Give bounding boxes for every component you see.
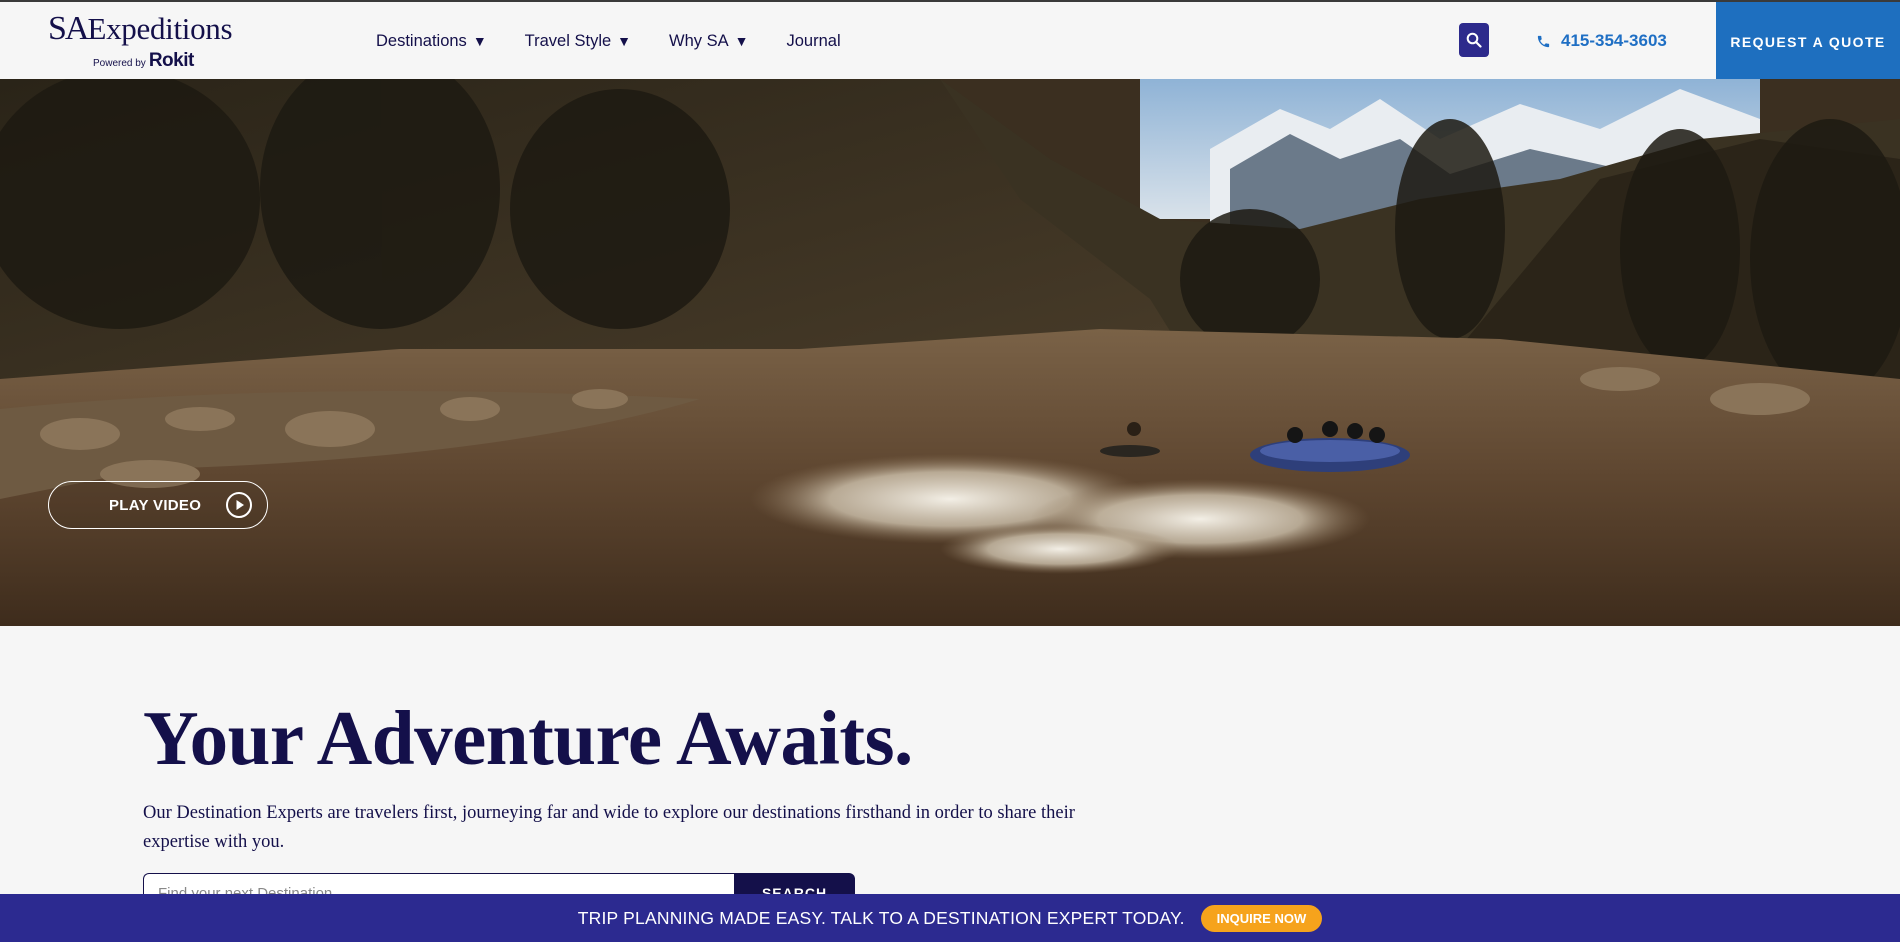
play-circle-icon (226, 492, 252, 518)
page-title: Your Adventure Awaits. (143, 695, 913, 781)
nav-item-why-sa[interactable]: Why SA ▼ (669, 32, 748, 51)
nav-item-journal[interactable]: Journal (787, 32, 841, 51)
main-nav: Destinations ▼ Travel Style ▼ Why SA ▼ Jour… (376, 32, 879, 51)
caret-down-icon: ▼ (617, 33, 632, 49)
nav-item-label: Destinations (376, 32, 467, 50)
phone-icon (1537, 35, 1550, 47)
partner-name: Rokit (148, 50, 195, 71)
powered-by-label: Powered by (93, 58, 146, 69)
play-video-button[interactable]: PLAY VIDEO (48, 481, 268, 529)
phone-number: 415-354-3603 (1561, 31, 1667, 50)
nav-item-destinations[interactable]: Destinations ▼ (376, 32, 487, 51)
header-search-button[interactable] (1459, 23, 1489, 57)
logo-wordmark: SAExpeditions (48, 10, 233, 48)
play-video-label: PLAY VIDEO (109, 496, 202, 514)
inquire-now-button[interactable]: INQUIRE NOW (1200, 904, 1323, 932)
nav-item-label: Journal (786, 32, 841, 50)
caret-down-icon: ▼ (472, 33, 487, 49)
nav-item-travel-style[interactable]: Travel Style ▼ (525, 32, 631, 51)
promo-bar: TRIP PLANNING MADE EASY. TALK TO A DESTI… (0, 894, 1900, 942)
nav-item-label: Why SA (669, 32, 729, 50)
intro-section: Your Adventure Awaits. Our Destination E… (143, 700, 1103, 857)
caret-down-icon: ▼ (734, 33, 749, 49)
search-icon (1466, 32, 1482, 48)
logo-expeditions: Expeditions (87, 11, 233, 46)
logo-powered-by: Powered by Rokit (93, 50, 194, 72)
logo-sa: SA (48, 10, 89, 47)
phone-link[interactable]: 415-354-3603 (1536, 31, 1667, 51)
request-quote-button[interactable]: REQUEST A QUOTE (1716, 2, 1900, 81)
promo-text: TRIP PLANNING MADE EASY. TALK TO A DESTI… (577, 907, 1185, 928)
site-logo[interactable]: SAExpeditions Powered by Rokit (48, 10, 258, 72)
intro-paragraph: Our Destination Experts are travelers fi… (143, 803, 1075, 852)
nav-item-label: Travel Style (524, 32, 612, 50)
site-header: SAExpeditions Powered by Rokit Destinatio… (0, 2, 1900, 81)
hero-river-rafting-image (0, 79, 1900, 626)
hero-video: PLAY VIDEO (0, 79, 1900, 626)
